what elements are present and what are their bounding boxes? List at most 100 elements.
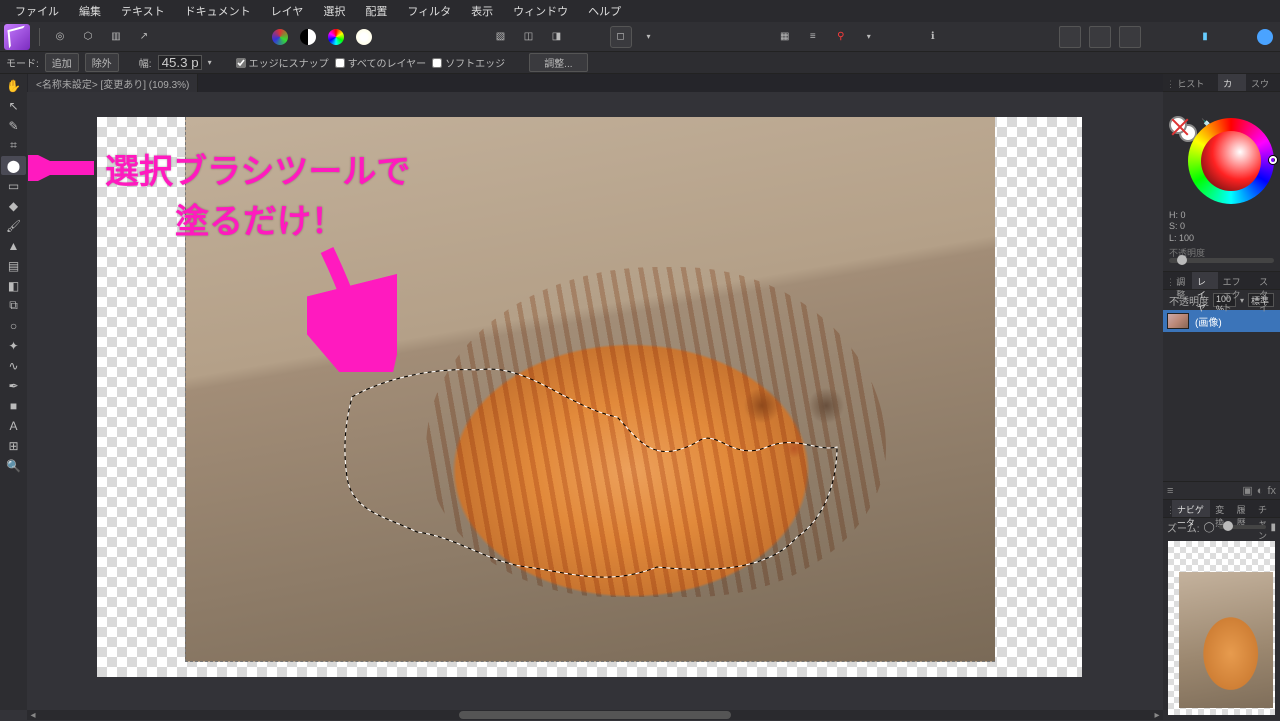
zoom-slider[interactable]: [1219, 525, 1267, 529]
mask-icon[interactable]: ▣: [1242, 484, 1252, 497]
fill-tool[interactable]: ▲: [1, 236, 26, 255]
shape-tool[interactable]: ■: [1, 396, 26, 415]
menu-edit[interactable]: 編集: [70, 0, 110, 23]
zoom-tool[interactable]: 🔍: [1, 456, 26, 475]
width-label: 幅:: [139, 55, 152, 70]
color-wheel[interactable]: [1188, 118, 1274, 204]
navigator-thumbnail[interactable]: [1168, 541, 1275, 715]
align-right-button[interactable]: [1119, 26, 1141, 48]
move-tool[interactable]: ↖: [1, 96, 26, 115]
text-tool[interactable]: A: [1, 416, 26, 435]
canvas-workarea[interactable]: 選択ブラシツールで 塗るだけ！: [27, 92, 1163, 710]
adjustment-icon[interactable]: ◐: [1257, 485, 1264, 497]
annotation-line2: 塗るだけ！: [175, 200, 345, 246]
horizontal-scrollbar[interactable]: ◂ ▸: [27, 710, 1163, 720]
menubar: ファイル 編集 テキスト ドキュメント レイヤ 選択 配置 フィルタ 表示 ウィ…: [0, 0, 1280, 22]
gradient-tool[interactable]: ▤: [1, 256, 26, 275]
menu-layer[interactable]: レイヤ: [262, 0, 313, 23]
panel-grip-icon[interactable]: ⋮⋮: [1166, 505, 1184, 516]
tab-transform[interactable]: 変換: [1210, 500, 1231, 517]
flood-select-tool[interactable]: ◆: [1, 196, 26, 215]
color-picker-tool[interactable]: ✎: [1, 116, 26, 135]
tab-layers[interactable]: レイヤ: [1192, 272, 1218, 289]
sat-lum-handle[interactable]: [1210, 140, 1218, 148]
tab-styles[interactable]: スタイ: [1254, 272, 1280, 289]
arrange-grid-icon[interactable]: ▦: [774, 26, 796, 48]
clone-tool[interactable]: ⧉: [1, 296, 26, 315]
assistant-icon[interactable]: ℹ: [922, 26, 944, 48]
selection-lasso-icon[interactable]: ◫: [518, 26, 540, 48]
menu-document[interactable]: ドキュメント: [176, 0, 260, 23]
menu-text[interactable]: テキスト: [112, 0, 174, 23]
dodge-tool[interactable]: ○: [1, 316, 26, 335]
refine-button[interactable]: 調整...: [529, 53, 587, 72]
menu-select[interactable]: 選択: [314, 0, 354, 23]
snap-edges-checkbox[interactable]: エッジにスナップ: [236, 55, 329, 70]
menu-help[interactable]: ヘルプ: [579, 0, 630, 23]
zoom-out-icon[interactable]: ◯: [1203, 522, 1214, 533]
account-icon[interactable]: [1254, 26, 1276, 48]
tab-history[interactable]: 履歴: [1232, 500, 1253, 517]
width-chevron-icon[interactable]: ▾: [208, 58, 212, 67]
main-toolbar: ◎ ⬡ ▥ ↗ ▧ ◫ ◨ ◻ ▾ ▦ ≡ ⚲ ▾ ℹ ▮: [0, 22, 1280, 52]
tab-swatches[interactable]: スウォッ: [1246, 74, 1280, 91]
snapping-chevron-icon[interactable]: ▾: [858, 26, 880, 48]
layer-menu-icon[interactable]: ≡: [1167, 485, 1173, 497]
color-panel-tabs: ⋮⋮ ヒストグラム カラー スウォッ: [1163, 74, 1280, 92]
tab-color[interactable]: カラー: [1218, 74, 1246, 91]
align-center-button[interactable]: [1089, 26, 1111, 48]
snapping-icon[interactable]: ⚲: [830, 26, 852, 48]
document-tab[interactable]: <名称未設定> [変更あり] (109.3%): [28, 74, 198, 93]
crop-tool[interactable]: ⌗: [1, 136, 26, 155]
auto-wb-icon[interactable]: [353, 26, 375, 48]
crop-mode-icon[interactable]: ◻: [610, 26, 632, 48]
auto-colors-icon[interactable]: [325, 26, 347, 48]
menu-arrange[interactable]: 配置: [356, 0, 396, 23]
zoom-in-icon[interactable]: ▮: [1270, 522, 1276, 533]
mode-subtract-button[interactable]: 除外: [85, 53, 119, 72]
scroll-right-icon[interactable]: ▸: [1151, 710, 1163, 720]
selection-rect-icon[interactable]: ▧: [490, 26, 512, 48]
arrange-guides-icon[interactable]: ≡: [802, 26, 824, 48]
foreground-swatch[interactable]: [1169, 116, 1187, 134]
mesh-tool[interactable]: ⊞: [1, 436, 26, 455]
menu-filter[interactable]: フィルタ: [398, 0, 460, 23]
studio-toggle-icon[interactable]: ▮: [1194, 26, 1216, 48]
pen-tool[interactable]: ✒: [1, 376, 26, 395]
panel-grip-icon[interactable]: ⋮⋮: [1166, 79, 1184, 90]
panel-grip-icon[interactable]: ⋮⋮: [1166, 277, 1184, 288]
persona-develop-icon[interactable]: ▥: [105, 26, 127, 48]
all-layers-checkbox[interactable]: すべてのレイヤー: [335, 55, 427, 70]
mode-add-button[interactable]: 追加: [45, 53, 79, 72]
smudge-tool[interactable]: ∿: [1, 356, 26, 375]
selection-brush-tool[interactable]: ⬤: [1, 156, 26, 175]
hue-handle[interactable]: [1269, 156, 1277, 164]
inpaint-tool[interactable]: ✦: [1, 336, 26, 355]
menu-view[interactable]: 表示: [462, 0, 502, 23]
menu-file[interactable]: ファイル: [6, 0, 68, 23]
hand-tool[interactable]: ✋: [1, 76, 26, 95]
persona-photo-icon[interactable]: ◎: [49, 26, 71, 48]
navigator-panel: ズーム: ◯ ▮: [1163, 518, 1280, 720]
scroll-left-icon[interactable]: ◂: [27, 710, 39, 720]
persona-export-icon[interactable]: ↗: [133, 26, 155, 48]
erase-tool[interactable]: ◧: [1, 276, 26, 295]
persona-liquify-icon[interactable]: ⬡: [77, 26, 99, 48]
tab-effects[interactable]: エフェクト: [1218, 272, 1255, 289]
quick-mask-icon[interactable]: ◨: [546, 26, 568, 48]
color-opacity-slider[interactable]: [1169, 258, 1274, 263]
auto-levels-icon[interactable]: [269, 26, 291, 48]
annotation-line1: 選択ブラシツールで: [105, 150, 410, 196]
scrollbar-thumb[interactable]: [459, 711, 732, 719]
foreground-background-swatch[interactable]: [1169, 116, 1197, 142]
align-left-button[interactable]: [1059, 26, 1081, 48]
fx-icon[interactable]: fx: [1267, 485, 1276, 497]
soft-edge-checkbox[interactable]: ソフトエッジ: [432, 55, 505, 70]
crop-mode-chevron-icon[interactable]: ▾: [638, 26, 660, 48]
menu-window[interactable]: ウィンドウ: [504, 0, 577, 23]
paint-brush-tool[interactable]: 🖌: [1, 216, 26, 235]
brush-width-input[interactable]: [158, 55, 202, 70]
marquee-tool[interactable]: ▭: [1, 176, 26, 195]
auto-contrast-icon[interactable]: [297, 26, 319, 48]
tab-channels[interactable]: チャン: [1253, 500, 1280, 517]
